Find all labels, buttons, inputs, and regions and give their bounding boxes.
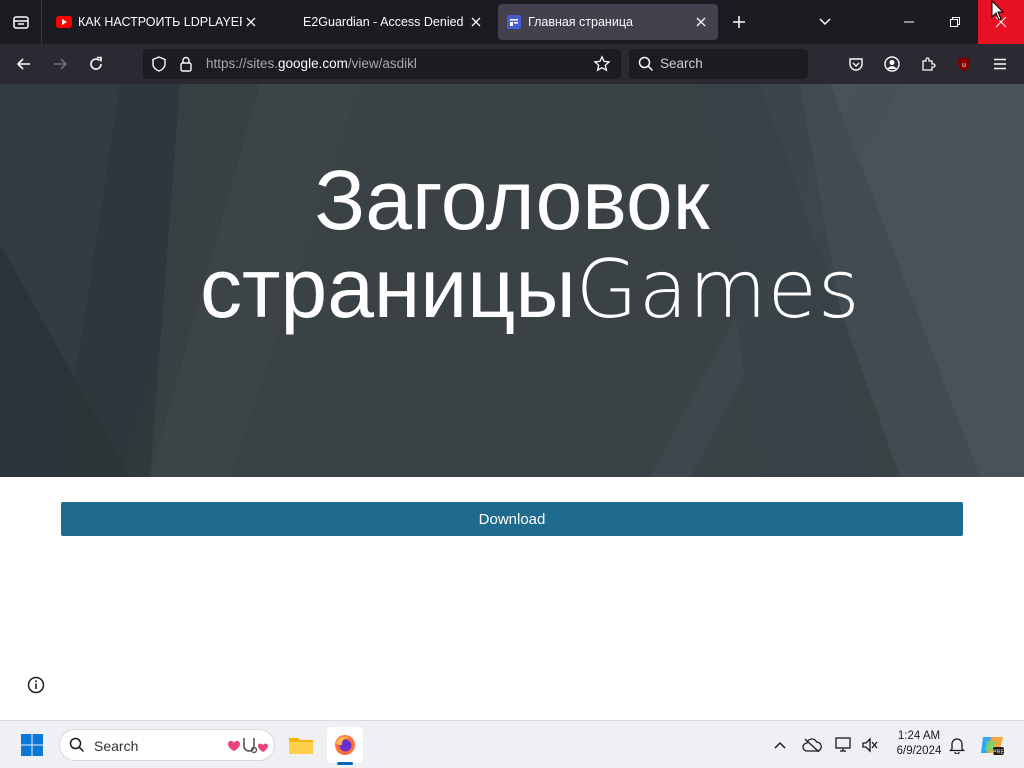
account-icon [884, 56, 900, 72]
blank-page-icon [281, 14, 297, 30]
url-path: /view/asdikl [347, 56, 417, 71]
close-tab-icon[interactable] [242, 13, 260, 31]
navigation-toolbar: https://sites.google.com/view/asdikl Sea… [0, 44, 1024, 106]
mouse-cursor-icon [991, 0, 1005, 21]
chevron-down-icon [819, 18, 831, 26]
account-button[interactable] [878, 50, 906, 78]
firefox-taskbar-button[interactable] [327, 727, 363, 763]
arrow-right-icon [54, 58, 68, 70]
page-content: Download [0, 477, 1024, 720]
search-icon [69, 737, 85, 758]
windows-logo-icon [21, 734, 43, 756]
tab-title: Главная страница [528, 15, 633, 29]
restore-button[interactable] [932, 0, 978, 44]
back-button[interactable] [10, 50, 38, 78]
url-text[interactable]: https://sites.google.com/view/asdikl [206, 56, 417, 71]
search-icon [638, 56, 654, 77]
copilot-button[interactable]: PRE [976, 727, 1008, 763]
hero-banner: Заголовок страницыGames [0, 84, 1024, 477]
network-icon [835, 737, 851, 752]
forward-button[interactable] [46, 50, 74, 78]
speaker-muted-icon [862, 737, 878, 753]
pocket-button[interactable] [842, 50, 870, 78]
list-all-tabs-button[interactable] [813, 10, 837, 34]
firefox-icon [335, 735, 355, 755]
clock-time: 1:24 AM [897, 730, 941, 742]
reload-button[interactable] [82, 50, 110, 78]
info-icon [27, 676, 45, 694]
url-prefix: https://sites. [206, 56, 279, 71]
file-explorer-button[interactable] [283, 727, 319, 763]
network-button[interactable] [833, 727, 855, 763]
restore-icon [950, 17, 960, 27]
new-tab-button[interactable] [727, 10, 751, 34]
hamburger-menu-icon [994, 58, 1006, 70]
google-sites-icon [506, 14, 522, 30]
reload-icon [90, 56, 102, 70]
tab-e2guardian[interactable]: E2Guardian - Access Denied [273, 4, 493, 40]
tab-list-button[interactable] [0, 0, 42, 44]
taskbar: Search 1:24 AM 6/9/2024 PRE [0, 720, 1024, 768]
search-placeholder: Search [660, 56, 703, 71]
extensions-button[interactable] [914, 50, 942, 78]
ublock-button[interactable]: u [950, 50, 978, 78]
site-info-button[interactable] [26, 675, 46, 695]
tab-list-icon [12, 16, 29, 29]
tab-title: E2Guardian - Access Denied [303, 15, 464, 29]
tab-google-sites[interactable]: Главная страница [498, 4, 718, 40]
notifications-button[interactable] [946, 727, 968, 763]
search-input[interactable]: Search [629, 49, 808, 79]
page-title-tail: Games [575, 243, 861, 336]
close-tab-icon[interactable] [692, 13, 710, 31]
tab-strip: КАК НАСТРОИТЬ LDPLAYER 9 E2Guardian - Ac… [0, 0, 1024, 44]
lock-icon[interactable] [179, 56, 193, 77]
page-title: Заголовок страницыGames [200, 156, 860, 334]
arrow-left-icon [16, 58, 30, 70]
tab-youtube[interactable]: КАК НАСТРОИТЬ LDPLAYER 9 [48, 4, 268, 40]
show-hidden-icons-button[interactable] [770, 727, 790, 763]
window-close-button[interactable] [978, 0, 1024, 44]
taskbar-search-label: Search [94, 738, 139, 754]
bookmark-star-icon[interactable] [593, 55, 611, 78]
clock[interactable]: 1:24 AM 6/9/2024 [884, 729, 954, 759]
bell-icon [949, 738, 965, 754]
download-button[interactable]: Download [61, 502, 963, 536]
start-button[interactable] [14, 727, 50, 763]
screen: КАК НАСТРОИТЬ LDPLAYER 9 E2Guardian - Ac… [0, 0, 1024, 768]
tracking-protection-shield-icon[interactable] [151, 56, 167, 77]
ublock-shield-icon: u [958, 57, 970, 71]
volume-button[interactable] [859, 727, 881, 763]
minimize-icon [904, 21, 914, 23]
firefox-active-indicator [337, 762, 353, 765]
onedrive-button[interactable] [800, 727, 824, 763]
chevron-up-icon [774, 741, 786, 749]
plus-icon [733, 16, 745, 28]
close-tab-icon[interactable] [467, 13, 485, 31]
youtube-icon [56, 14, 72, 30]
clock-date: 6/9/2024 [896, 745, 942, 757]
cloud-offline-icon [802, 738, 822, 752]
app-menu-button[interactable] [986, 50, 1014, 78]
svg-text:u: u [962, 62, 966, 69]
address-bar[interactable]: https://sites.google.com/view/asdikl [143, 49, 621, 79]
taskbar-search[interactable]: Search [59, 729, 275, 761]
folder-icon [289, 738, 313, 754]
url-domain: google.com [278, 56, 348, 71]
puzzle-icon [922, 57, 936, 71]
minimize-button[interactable] [886, 0, 932, 44]
search-highlight-hearts-icon [224, 734, 272, 763]
tab-title: КАК НАСТРОИТЬ LDPLAYER 9 [78, 15, 242, 29]
svg-text:PRE: PRE [993, 750, 1005, 756]
copilot-icon: PRE [981, 737, 1005, 756]
pocket-icon [849, 58, 863, 71]
